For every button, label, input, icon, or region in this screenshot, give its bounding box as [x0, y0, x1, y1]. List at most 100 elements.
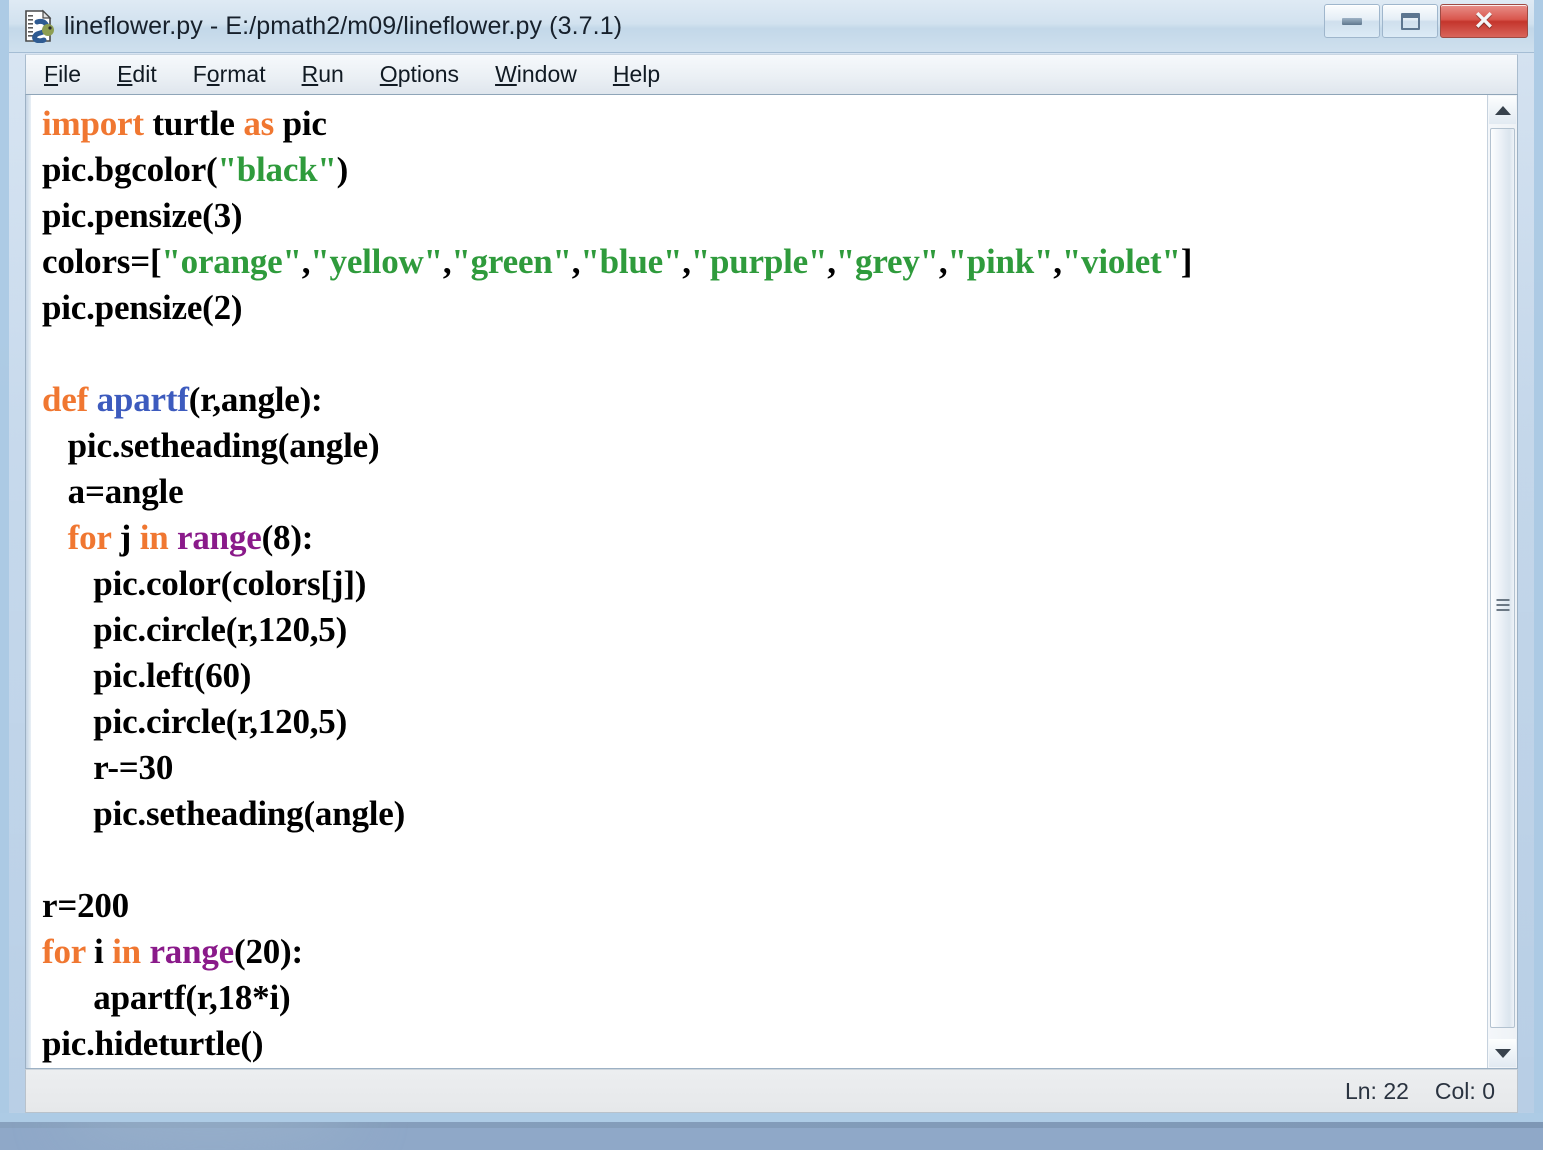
code-token-plain: pic.hideturtle() — [42, 1024, 263, 1063]
code-token-plain: pic.setheading(angle) — [42, 426, 379, 465]
code-token-plain: pic — [274, 104, 327, 143]
title-bar[interactable]: lineflower.py - E:/pmath2/m09/lineflower… — [9, 0, 1534, 53]
code-line: colors=["orange","yellow","green","blue"… — [42, 239, 1192, 285]
code-editor-panel: import turtle as picpic.bgcolor("black")… — [25, 94, 1518, 1069]
window-controls: ✕ — [1324, 4, 1528, 38]
code-token-plain: a=angle — [42, 472, 183, 511]
status-bar: Ln: 22 Col: 0 — [25, 1069, 1518, 1113]
menu-item-options[interactable]: Options — [377, 59, 462, 90]
vertical-scrollbar[interactable] — [1487, 95, 1517, 1068]
restore-button[interactable] — [1382, 4, 1438, 38]
code-token-plain: pic.setheading(angle) — [42, 794, 405, 833]
code-token-plain: , — [827, 242, 836, 281]
code-token-def: apartf — [97, 380, 189, 419]
scroll-down-arrow-icon — [1495, 1049, 1511, 1058]
code-token-str: "black" — [218, 150, 337, 189]
code-token-plain: j — [111, 518, 140, 557]
code-line: r=200 — [42, 883, 1192, 929]
code-token-kw: for — [68, 518, 111, 557]
code-token-kw: in — [140, 518, 169, 557]
code-line: apartf(r,18*i) — [42, 975, 1192, 1021]
menu-bar: File Edit Format Run Options Window Help — [25, 54, 1518, 94]
code-token-plain: i — [85, 932, 112, 971]
code-line: pic.pensize(3) — [42, 193, 1192, 239]
code-token-plain — [42, 518, 68, 557]
code-line: pic.circle(r,120,5) — [42, 607, 1192, 653]
code-token-str: "violet" — [1062, 242, 1181, 281]
code-token-plain: pic.pensize(2) — [42, 288, 242, 327]
code-token-bi: range — [177, 518, 262, 557]
minimize-button[interactable] — [1324, 4, 1380, 38]
code-token-str: "yellow" — [310, 242, 443, 281]
code-token-plain: , — [1053, 242, 1062, 281]
code-line: pic.bgcolor("black") — [42, 147, 1192, 193]
menu-item-file[interactable]: File — [41, 59, 84, 90]
code-token-plain: (20): — [234, 932, 303, 971]
code-token-str: "orange" — [161, 242, 301, 281]
code-token-plain: pic.pensize(3) — [42, 196, 242, 235]
code-line: def apartf(r,angle): — [42, 377, 1192, 423]
minimize-icon — [1342, 18, 1362, 25]
code-token-plain: pic.circle(r,120,5) — [42, 610, 347, 649]
code-line: a=angle — [42, 469, 1192, 515]
menu-item-help[interactable]: Help — [610, 59, 663, 90]
code-token-plain: pic.left(60) — [42, 656, 251, 695]
menu-item-run[interactable]: Run — [299, 59, 347, 90]
code-token-plain: (r,angle): — [189, 380, 323, 419]
restore-icon — [1401, 13, 1420, 30]
code-token-kw: for — [42, 932, 85, 971]
code-line: import turtle as pic — [42, 101, 1192, 147]
close-icon: ✕ — [1474, 9, 1495, 34]
code-token-str: "grey" — [836, 242, 939, 281]
code-token-plain: apartf(r,18*i) — [42, 978, 290, 1017]
code-token-plain: (8): — [262, 518, 314, 557]
code-token-kw: import — [42, 104, 144, 143]
code-token-kw: as — [243, 104, 274, 143]
code-line: r-=30 — [42, 745, 1192, 791]
status-col-indicator: Col: 0 — [1435, 1078, 1495, 1105]
menu-item-format[interactable]: Format — [190, 59, 269, 90]
status-line-indicator: Ln: 22 — [1345, 1078, 1409, 1105]
scrollbar-thumb[interactable] — [1490, 128, 1515, 1028]
code-line: pic.setheading(angle) — [42, 423, 1192, 469]
code-token-plain: pic.bgcolor( — [42, 150, 218, 189]
code-line: pic.hideturtle() — [42, 1021, 1192, 1067]
code-token-plain: , — [682, 242, 691, 281]
scroll-up-button[interactable] — [1489, 96, 1516, 124]
code-token-kw: in — [112, 932, 141, 971]
code-token-plain — [168, 518, 177, 557]
code-token-plain: pic.color(colors[j]) — [42, 564, 366, 603]
code-text-area[interactable]: import turtle as picpic.bgcolor("black")… — [26, 95, 1487, 1068]
code-token-kw: def — [42, 380, 88, 419]
code-token-plain: r-=30 — [42, 748, 173, 787]
menu-item-edit[interactable]: Edit — [114, 59, 160, 90]
code-line: for j in range(8): — [42, 515, 1192, 561]
code-line: pic.pensize(2) — [42, 285, 1192, 331]
code-token-plain — [88, 380, 97, 419]
scroll-down-button[interactable] — [1489, 1039, 1516, 1067]
scrollbar-grip-icon — [1496, 599, 1509, 614]
code-line: pic.color(colors[j]) — [42, 561, 1192, 607]
code-token-plain: r=200 — [42, 886, 129, 925]
code-line: pic.left(60) — [42, 653, 1192, 699]
code-token-plain: , — [302, 242, 311, 281]
code-token-str: "blue" — [580, 242, 682, 281]
code-token-bi: range — [149, 932, 234, 971]
code-token-str: "pink" — [947, 242, 1053, 281]
code-line: for i in range(20): — [42, 929, 1192, 975]
code-line — [42, 331, 1192, 377]
code-token-plain: colors=[ — [42, 242, 161, 281]
code-token-str: "green" — [451, 242, 571, 281]
scroll-up-arrow-icon — [1495, 106, 1511, 115]
code-line — [42, 837, 1192, 883]
close-button[interactable]: ✕ — [1440, 4, 1528, 38]
window-title-text: lineflower.py - E:/pmath2/m09/lineflower… — [64, 12, 622, 41]
source-code: import turtle as picpic.bgcolor("black")… — [42, 101, 1192, 1067]
menu-item-window[interactable]: Window — [492, 59, 580, 90]
code-line: pic.setheading(angle) — [42, 791, 1192, 837]
code-token-plain: turtle — [144, 104, 243, 143]
python-file-icon — [22, 9, 56, 43]
editor-left-margin — [26, 95, 31, 1068]
code-token-plain: ] — [1181, 242, 1192, 281]
code-token-str: "purple" — [691, 242, 827, 281]
